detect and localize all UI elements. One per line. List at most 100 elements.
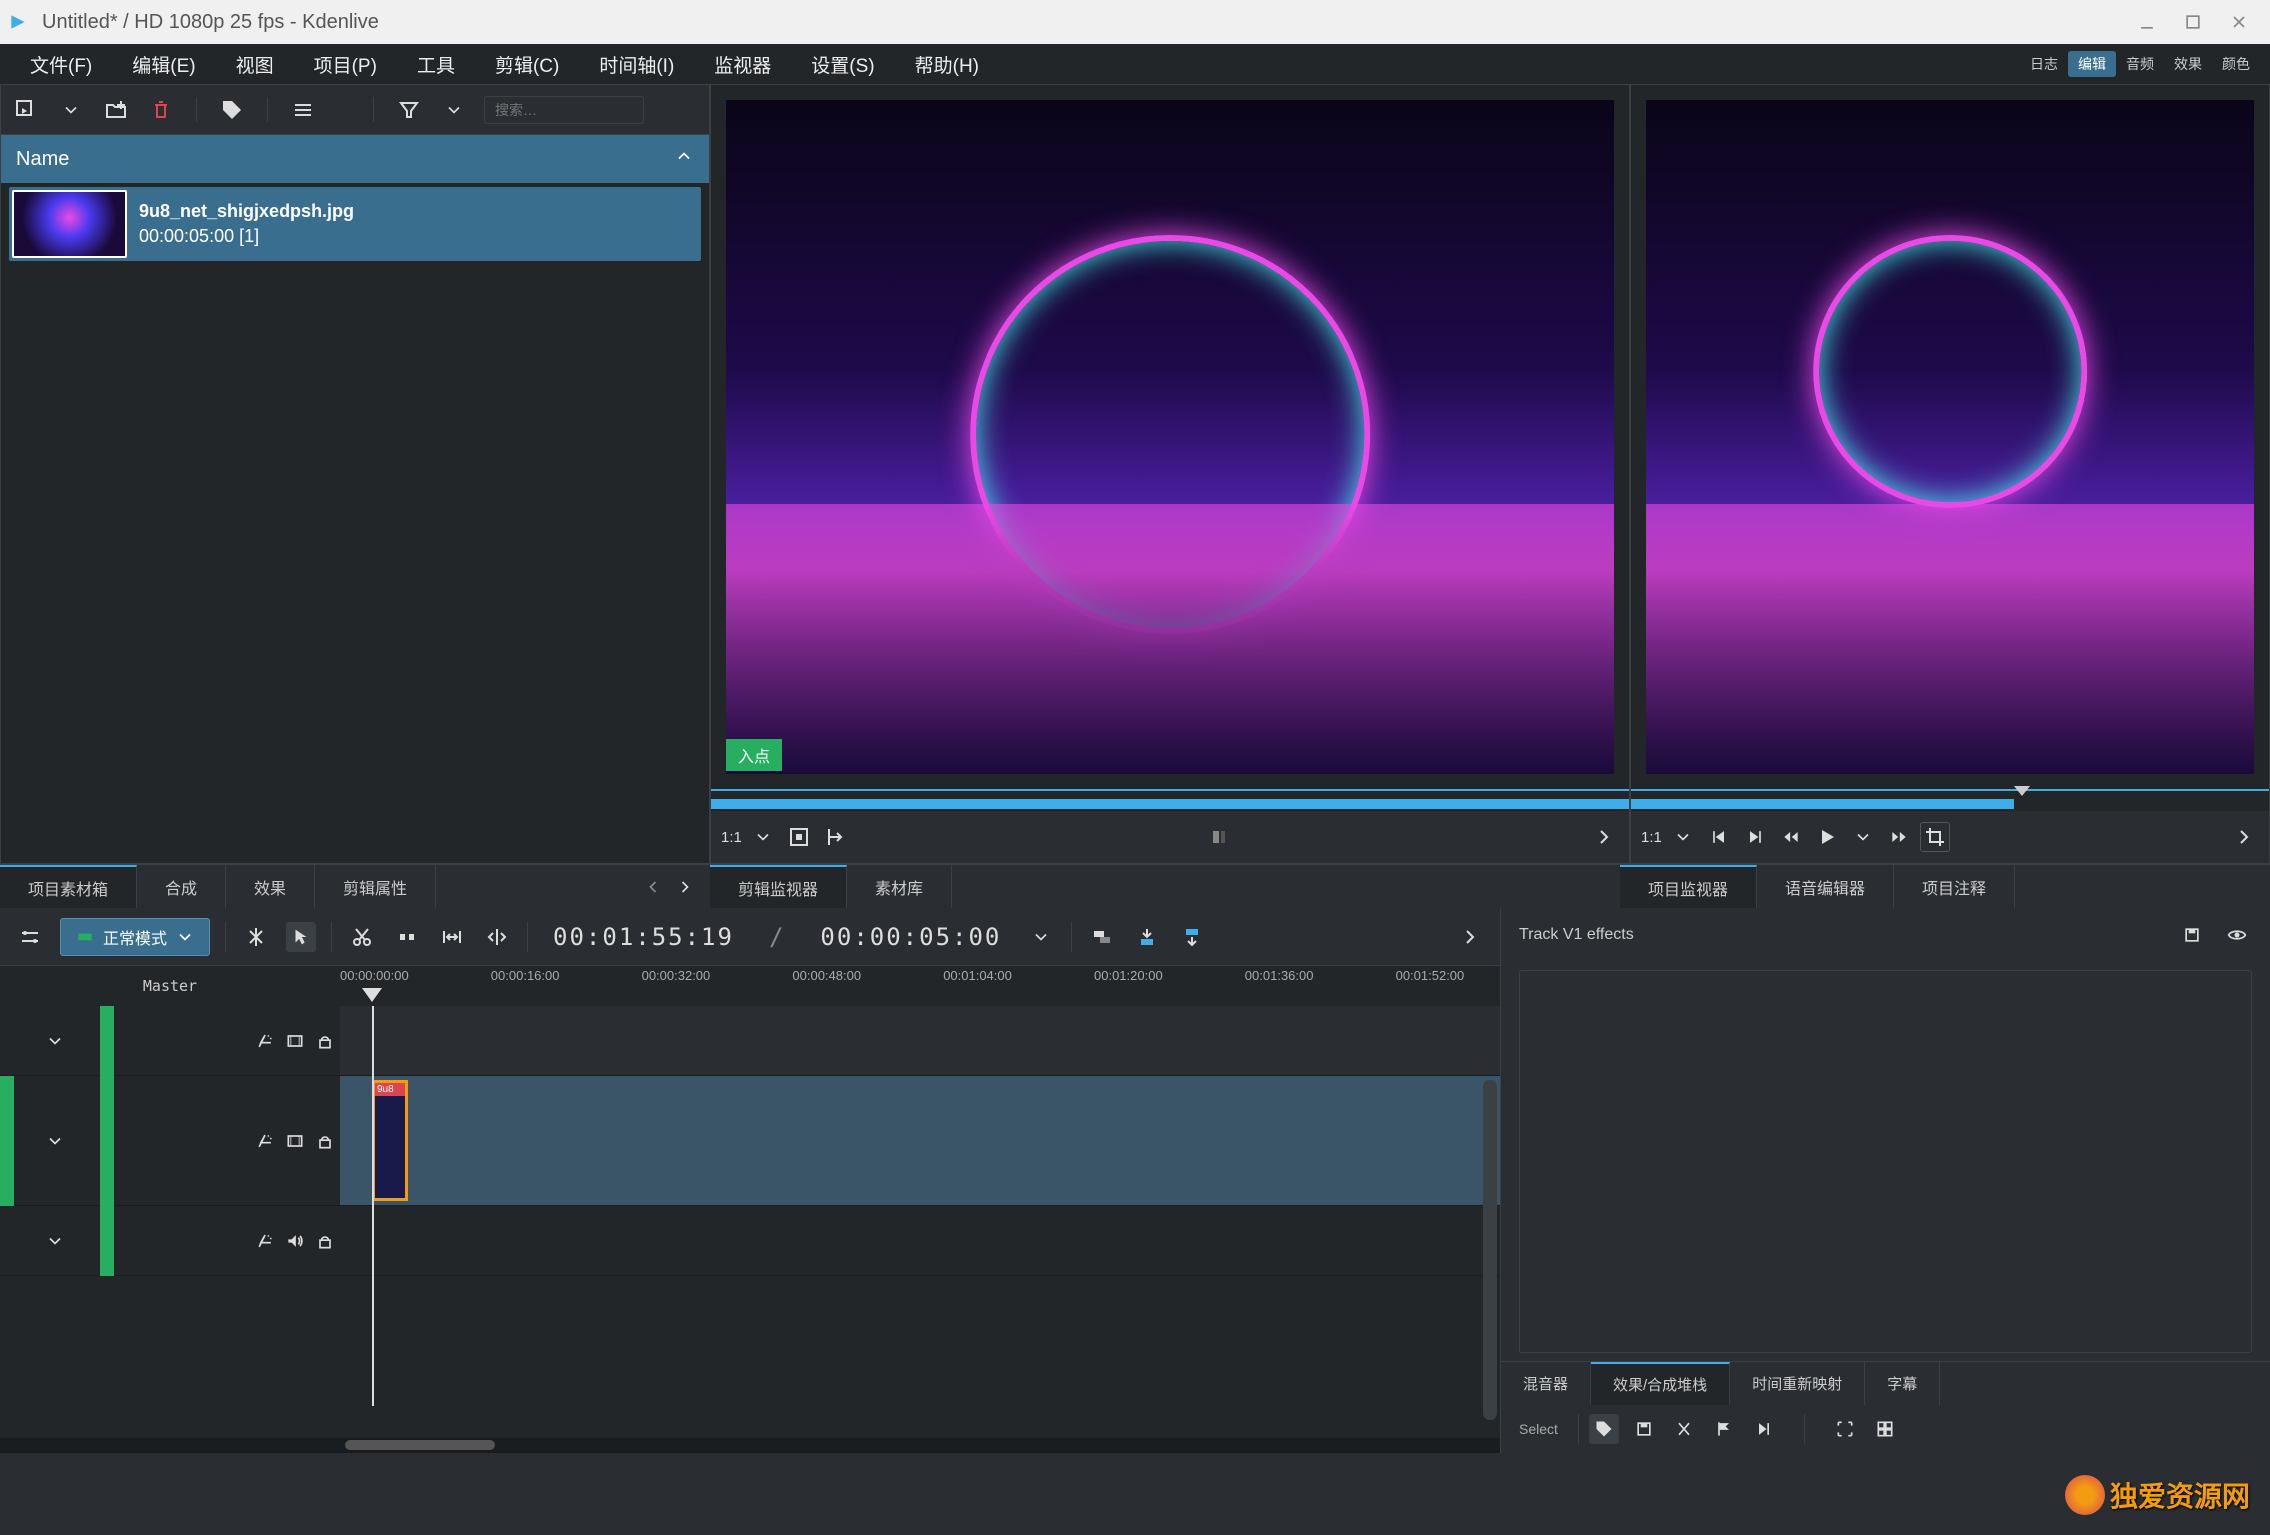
tab-project-bin[interactable]: 项目素材箱: [0, 865, 137, 908]
search-input[interactable]: [484, 96, 644, 124]
menu-tool[interactable]: 工具: [397, 44, 475, 84]
add-clip-icon[interactable]: [11, 95, 41, 125]
scroll-thumb[interactable]: [345, 1440, 495, 1450]
tab-compositions[interactable]: 合成: [137, 865, 226, 908]
folder-icon[interactable]: [101, 95, 131, 125]
visibility-icon[interactable]: [2222, 920, 2252, 950]
clip-monitor-view[interactable]: 入点: [711, 85, 1629, 789]
chevron-left-icon[interactable]: [638, 872, 668, 902]
list-icon[interactable]: [288, 95, 318, 125]
chevron-down-icon[interactable]: [748, 822, 778, 852]
chevron-down-icon[interactable]: [40, 1026, 70, 1056]
save-icon[interactable]: [2177, 920, 2207, 950]
tab-mixer[interactable]: 混音器: [1501, 1362, 1591, 1405]
tag-icon[interactable]: [1589, 1414, 1619, 1444]
timeline-ruler[interactable]: Master 00:00:00:00 00:00:16:00 00:00:32:…: [0, 966, 1500, 1006]
tab-library[interactable]: 素材库: [847, 865, 952, 908]
lock-icon[interactable]: [310, 1226, 340, 1256]
select-tool-icon[interactable]: [286, 922, 316, 952]
menu-clip[interactable]: 剪辑(C): [475, 44, 579, 84]
play-icon[interactable]: [1812, 822, 1842, 852]
project-monitor-ruler[interactable]: [1631, 789, 2269, 811]
chevron-down-icon[interactable]: [1026, 922, 1056, 952]
go-start-icon[interactable]: [1704, 822, 1734, 852]
tab-project-monitor[interactable]: 项目监视器: [1620, 865, 1757, 908]
menu-help[interactable]: 帮助(H): [895, 44, 999, 84]
tab-effect-stack[interactable]: 效果/合成堆栈: [1591, 1362, 1730, 1405]
monitor-zone-icon[interactable]: [784, 822, 814, 852]
timeline-vertical-scrollbar[interactable]: [1483, 1080, 1497, 1420]
timeline-scrollbar[interactable]: [0, 1438, 1500, 1453]
overwrite-icon[interactable]: [1177, 922, 1207, 952]
tab-effects[interactable]: 效果: [226, 865, 315, 908]
chevron-down-icon[interactable]: [439, 95, 469, 125]
menu-monitor[interactable]: 监视器: [694, 44, 791, 84]
chevron-right-icon[interactable]: [2229, 822, 2259, 852]
effects-body[interactable]: [1519, 970, 2252, 1353]
track-v1-body[interactable]: 9u8: [340, 1076, 1500, 1205]
chevron-down-icon[interactable]: [1668, 822, 1698, 852]
layout-effects[interactable]: 效果: [2164, 51, 2212, 77]
chevron-down-icon[interactable]: [56, 95, 86, 125]
chevron-right-icon[interactable]: [1455, 922, 1485, 952]
ripple-icon[interactable]: [482, 922, 512, 952]
project-monitor-view[interactable]: [1631, 85, 2269, 789]
tab-clip-properties[interactable]: 剪辑属性: [315, 865, 436, 908]
track-a1-body[interactable]: [340, 1206, 1500, 1275]
layout-color[interactable]: 颜色: [2212, 51, 2260, 77]
menu-settings[interactable]: 设置(S): [791, 44, 894, 84]
options-icon[interactable]: [1204, 822, 1234, 852]
bounds-icon[interactable]: [1830, 1414, 1860, 1444]
edit-mode-dropdown[interactable]: 正常模式: [60, 918, 210, 956]
video-track-icon[interactable]: [280, 1126, 310, 1156]
chevron-down-icon[interactable]: [40, 1226, 70, 1256]
menu-file[interactable]: 文件(F): [10, 44, 112, 84]
track-v2-body[interactable]: [340, 1006, 1500, 1075]
forward-icon[interactable]: [1884, 822, 1914, 852]
audio-icon[interactable]: [280, 1226, 310, 1256]
cut-icon[interactable]: [347, 922, 377, 952]
effects-icon[interactable]: [250, 1126, 280, 1156]
set-in-icon[interactable]: [820, 822, 850, 852]
tab-clip-monitor[interactable]: 剪辑监视器: [710, 865, 847, 908]
chevron-right-icon[interactable]: [1589, 822, 1619, 852]
menu-timeline[interactable]: 时间轴(I): [579, 44, 694, 84]
playhead-icon[interactable]: [362, 988, 382, 1002]
timeline-clip[interactable]: 9u8: [372, 1080, 408, 1201]
bin-column-header[interactable]: Name: [1, 135, 709, 183]
compositing-icon[interactable]: [241, 922, 271, 952]
lock-icon[interactable]: [310, 1126, 340, 1156]
lock-icon[interactable]: [310, 1026, 340, 1056]
close-button[interactable]: [2216, 6, 2262, 38]
zoom-label[interactable]: 1:1: [1641, 822, 1662, 852]
tab-subtitles[interactable]: 字幕: [1865, 1362, 1940, 1405]
layout-log[interactable]: 日志: [2020, 51, 2068, 77]
minimize-button[interactable]: [2124, 6, 2170, 38]
tag-icon[interactable]: [217, 95, 247, 125]
zoom-label[interactable]: 1:1: [721, 822, 742, 852]
layout-audio[interactable]: 音频: [2116, 51, 2164, 77]
layout-edit[interactable]: 编辑: [2068, 51, 2116, 77]
spacer-icon[interactable]: [392, 922, 422, 952]
menu-project[interactable]: 项目(P): [294, 44, 397, 84]
crop-icon[interactable]: [1920, 822, 1950, 852]
bin-item[interactable]: 9u8_net_shigjxedpsh.jpg 00:00:05:00 [1]: [9, 187, 701, 261]
mix-icon[interactable]: [1087, 922, 1117, 952]
effects-icon[interactable]: [250, 1226, 280, 1256]
filter-icon[interactable]: [394, 95, 424, 125]
tab-project-notes[interactable]: 项目注释: [1894, 865, 2015, 908]
fit-zoom-icon[interactable]: [437, 922, 467, 952]
timeline-timecode-position[interactable]: 00:01:55:19: [553, 923, 734, 951]
snap-icon[interactable]: [1669, 1414, 1699, 1444]
clip-monitor-ruler[interactable]: [711, 789, 1629, 811]
grid-icon[interactable]: [1870, 1414, 1900, 1444]
maximize-button[interactable]: [2170, 6, 2216, 38]
save-icon[interactable]: [1629, 1414, 1659, 1444]
chevron-down-icon[interactable]: [40, 1126, 70, 1156]
master-label[interactable]: Master: [0, 966, 340, 1006]
tab-time-remap[interactable]: 时间重新映射: [1730, 1362, 1865, 1405]
delete-icon[interactable]: [146, 95, 176, 125]
flag-icon[interactable]: [1709, 1414, 1739, 1444]
menu-edit[interactable]: 编辑(E): [112, 44, 215, 84]
playhead-line[interactable]: [372, 1006, 374, 1406]
